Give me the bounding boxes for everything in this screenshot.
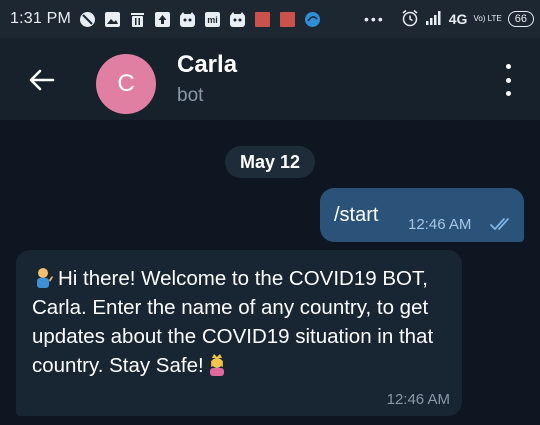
- status-time: 1:31 PM: [10, 10, 71, 27]
- message-text: /start: [334, 204, 379, 226]
- message-text: Hi there! Welcome to the COVID19 BOT, Ca…: [32, 267, 434, 377]
- incoming-message[interactable]: Hi there! Welcome to the COVID19 BOT, Ca…: [16, 250, 462, 416]
- more-options-button[interactable]: [498, 64, 518, 96]
- back-arrow-icon: [29, 69, 55, 91]
- date-separator: May 12: [225, 146, 315, 178]
- trash-icon: [129, 11, 146, 28]
- chat-title[interactable]: Carla: [177, 51, 237, 79]
- outgoing-message[interactable]: /start 12:46 AM: [320, 188, 524, 242]
- signal-icon: [425, 10, 443, 29]
- double-check-icon: [490, 216, 514, 232]
- cat-icon: [179, 11, 196, 28]
- chat-header: C Carla bot: [0, 38, 540, 120]
- network-type: 4G: [448, 11, 468, 27]
- blue-circle-icon: [304, 11, 321, 28]
- kebab-menu-icon: [505, 64, 511, 69]
- message-time: 12:46 AM: [408, 216, 472, 233]
- alarm-icon: [401, 9, 419, 30]
- red-square-icon: [279, 11, 296, 28]
- avatar[interactable]: C: [96, 54, 156, 114]
- svg-text:mi: mi: [207, 15, 218, 25]
- more-notifications-icon: •••: [364, 11, 385, 27]
- status-bar: 1:31 PM mi ••• 4G Vo) LTE 66: [0, 0, 540, 38]
- person-tipping-hand-emoji: [32, 266, 54, 288]
- back-button[interactable]: [24, 62, 60, 98]
- volte-indicator: Vo) LTE: [473, 14, 502, 23]
- red-square-icon: [254, 11, 271, 28]
- chat-subtitle: bot: [177, 85, 204, 106]
- mi-icon: mi: [204, 11, 221, 28]
- cat-icon: [229, 11, 246, 28]
- blocked-icon: [79, 11, 96, 28]
- message-time: 12:46 AM: [386, 391, 450, 408]
- message-body: Hi there! Welcome to the COVID19 BOT, Ca…: [32, 264, 452, 380]
- gallery-icon: [104, 11, 121, 28]
- upload-icon: [154, 11, 171, 28]
- crown-princess-emoji: [205, 352, 229, 376]
- battery-indicator: 66: [507, 11, 534, 27]
- status-right: ••• 4G Vo) LTE 66: [364, 0, 534, 38]
- avatar-letter: C: [117, 70, 135, 97]
